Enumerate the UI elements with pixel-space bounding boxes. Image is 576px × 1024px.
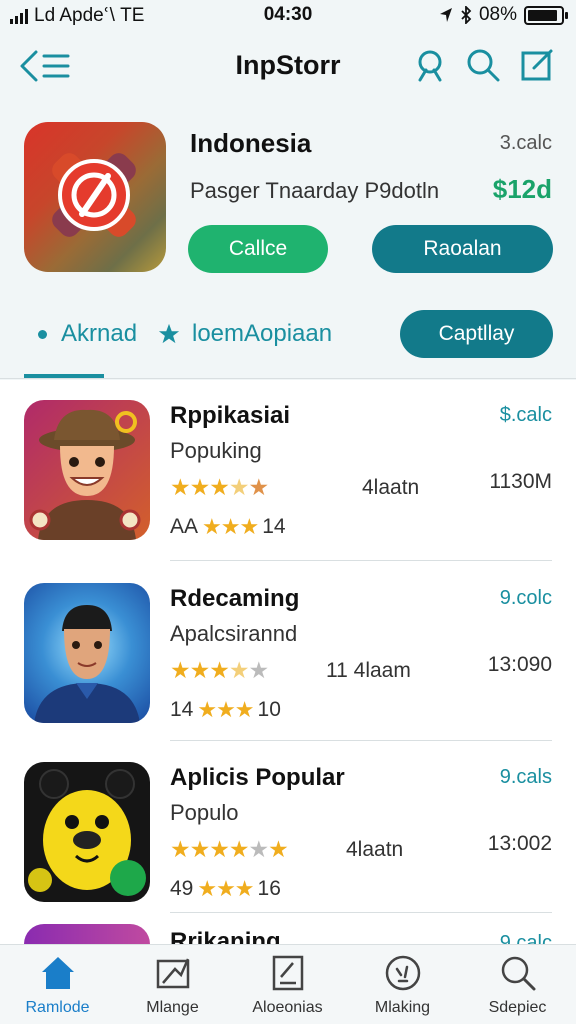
list-item[interactable]: Rppikasiai Popuking $.calc ★★★★★ 4laatn … [0, 380, 576, 540]
secondary-action-button[interactable]: Raoalan [372, 225, 553, 273]
divider [170, 740, 552, 741]
nav-search[interactable]: Sdepiec [460, 951, 575, 1024]
app-category: Popuking [170, 438, 262, 463]
app-price[interactable]: 9.colc [500, 587, 552, 610]
nav-home-label: Ramlode [25, 999, 90, 1016]
nav-home[interactable]: Ramlode [0, 951, 115, 1024]
nav-speech[interactable]: Mlaking [345, 951, 460, 1024]
star-icon: ★★★ [170, 657, 230, 683]
character-avatar-icon [29, 409, 141, 540]
location-icon [439, 8, 452, 22]
nav-edit-label: Aloeonias [252, 999, 323, 1016]
nav-bar: InpStorr [0, 30, 576, 100]
rating-tail: 14 [262, 515, 286, 538]
app-meta: 4laatn [346, 838, 404, 861]
speech-icon [385, 955, 420, 991]
half-star-icon: ★ [228, 657, 250, 683]
nav-speech-label: Mlaking [374, 999, 431, 1016]
header-region: InpStorr Indonesia 3.calc Pasger Tnaarda… [0, 30, 576, 380]
tab-first[interactable]: Akrnad [38, 320, 137, 348]
app-meta: 11 4laam [326, 659, 411, 682]
search-icon [501, 956, 535, 991]
crossed-logo-icon [52, 153, 136, 237]
search-person-icon[interactable] [414, 48, 448, 82]
battery-percent: 08% [478, 4, 517, 25]
app-size: 13:090 [487, 653, 552, 676]
rating-line: 49 ★★★ 16 [170, 876, 281, 902]
bottom-nav: Ramlode Mlange Aloeonias Mlaking Sdepiec [0, 944, 576, 1024]
bluetooth-icon [461, 6, 472, 24]
star-icon: ★ [268, 836, 289, 862]
app-category: Populo [170, 800, 239, 825]
tab-second-label: loemAopiaan [192, 320, 333, 347]
battery-icon [524, 5, 568, 25]
star-icon [158, 323, 180, 344]
capture-button[interactable]: Captllay [400, 310, 553, 358]
star-icon: ★★★★ [170, 836, 249, 862]
rating-count: 49 [170, 877, 194, 900]
featured-app-name[interactable]: Indonesia [190, 128, 311, 159]
rating-count: AA [170, 515, 199, 538]
star-icon: ★ [248, 474, 269, 500]
rating-count: 14 [170, 698, 194, 721]
app-price[interactable]: $.calc [500, 404, 552, 427]
home-icon [41, 957, 74, 989]
star-rating: ★★★★★ [170, 474, 269, 501]
map-icon [156, 958, 189, 989]
app-name[interactable]: Rppikasiai [170, 402, 290, 430]
nav-map[interactable]: Mlange [115, 951, 230, 1024]
star-rating: ★★★★★★ [170, 836, 289, 863]
person-portrait-icon [34, 605, 140, 723]
divider [170, 560, 552, 561]
nav-edit[interactable]: Aloeonias [230, 951, 345, 1024]
list-item[interactable]: Rdecaming Apalcsirannd 9.colc ★★★★★ 11 4… [0, 563, 576, 723]
nav-map-label: Mlange [146, 999, 199, 1016]
rating-line: AA ★★★ 14 [170, 514, 286, 540]
primary-action-button[interactable]: Callce [188, 225, 328, 273]
app-size: 1130M [489, 470, 552, 493]
tab-second[interactable]: loemAopiaan [158, 320, 332, 348]
search-icon[interactable] [466, 48, 500, 82]
edit-doc-icon [272, 955, 303, 991]
featured-subtitle: Pasger Tnaarday P9dotln [190, 178, 440, 203]
dot-icon [38, 329, 47, 339]
bear-mascot-icon [28, 769, 146, 896]
app-icon[interactable] [24, 583, 150, 723]
rating-tail: 10 [257, 698, 281, 721]
star-icon: ★★★ [197, 697, 254, 722]
featured-price: $12d [492, 174, 552, 204]
app-size: 13:002 [487, 832, 552, 855]
app-icon[interactable] [24, 762, 150, 902]
divider [170, 912, 552, 913]
tab-bar: Akrnad loemAopiaan Captllay [0, 310, 576, 380]
star-icon: ★★★ [197, 876, 254, 901]
app-price[interactable]: 9.cals [500, 766, 552, 789]
rating-line: 14 ★★★ 10 [170, 697, 281, 723]
nav-search-label: Sdepiec [488, 999, 547, 1016]
divider [0, 378, 576, 379]
featured-app-icon[interactable] [24, 122, 166, 272]
list-item[interactable]: Aplicis Popular Populo 9.cals ★★★★★★ 4la… [0, 742, 576, 902]
half-star-icon: ★ [228, 474, 250, 500]
app-name[interactable]: Rdecaming [170, 585, 299, 613]
app-name[interactable]: Aplicis Popular [170, 764, 345, 792]
star-icon: ★★★ [170, 474, 230, 500]
rating-tail: 16 [257, 877, 281, 900]
status-bar: Ld Apdeՙ\ TE 04:30 08% [0, 0, 576, 30]
star-icon: ★★★ [202, 514, 259, 539]
status-right: 08% [439, 4, 568, 26]
app-icon[interactable] [24, 400, 150, 540]
app-category: Apalcsirannd [170, 621, 298, 646]
star-icon: ★ [248, 836, 269, 862]
star-rating: ★★★★★ [170, 657, 269, 684]
tab-first-label: Akrnad [61, 320, 138, 347]
compose-icon[interactable] [520, 48, 554, 82]
featured-price-label: 3.calc [499, 132, 552, 154]
star-icon: ★ [248, 657, 269, 683]
app-meta: 4laatn [362, 476, 420, 499]
